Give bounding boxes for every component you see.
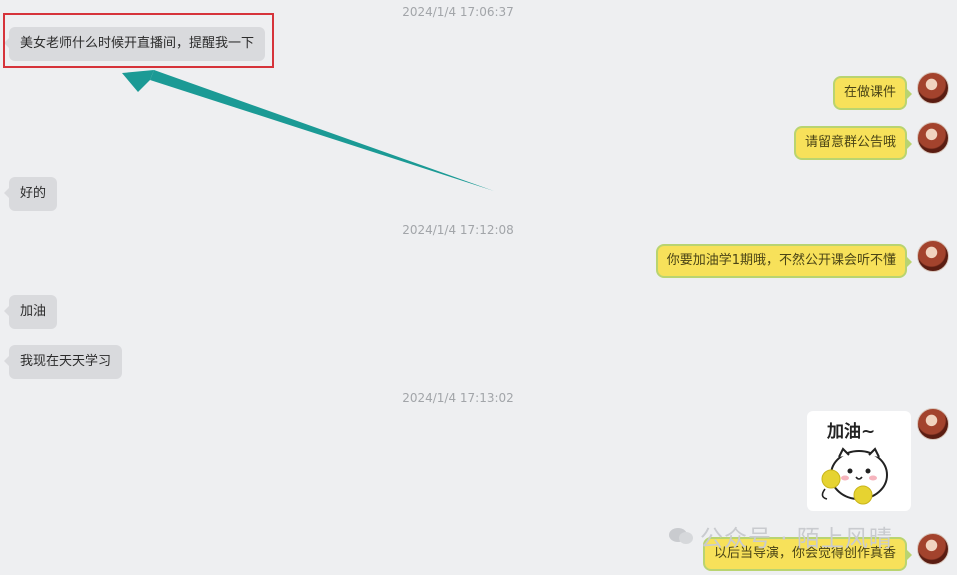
wechat-icon: [668, 526, 694, 546]
avatar[interactable]: [917, 72, 949, 104]
watermark: 公众号 · 陌上风晴: [668, 519, 893, 553]
watermark-text: 公众号 · 陌上风晴: [700, 526, 893, 552]
avatar[interactable]: [917, 122, 949, 154]
outgoing-message[interactable]: 请留意群公告哦: [793, 126, 913, 160]
sticker-message[interactable]: 加油~: [807, 411, 911, 511]
avatar[interactable]: [917, 408, 949, 440]
outgoing-message[interactable]: 你要加油学1期哦，不然公开课会听不懂: [655, 244, 913, 278]
cat-icon: [821, 447, 888, 505]
avatar[interactable]: [917, 240, 949, 272]
avatar[interactable]: [917, 533, 949, 565]
outgoing-message[interactable]: 在做课件: [832, 76, 913, 110]
